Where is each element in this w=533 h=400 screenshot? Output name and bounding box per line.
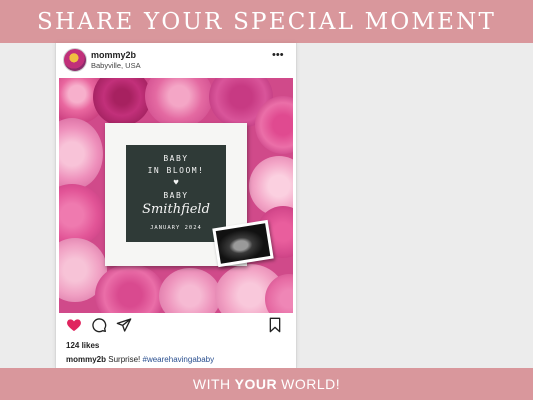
avatar[interactable] [63, 48, 87, 72]
flower [95, 264, 165, 313]
board-heart: ♥ [173, 178, 179, 187]
letterboard: BABY IN BLOOM! ♥ BABY Smithfield JANUARY… [126, 145, 226, 242]
flower [93, 78, 151, 126]
share-icon[interactable] [116, 317, 132, 333]
post-header: mommy2b Babyville, USA ••• [56, 43, 296, 76]
post-actions [56, 315, 296, 335]
likes-count[interactable]: 124 likes [66, 341, 99, 350]
caption-hashtag[interactable]: #wearehavingababy [143, 355, 215, 364]
board-line-1: BABY [163, 154, 189, 163]
ultrasound-photo [212, 219, 274, 268]
heart-icon[interactable] [66, 317, 82, 333]
ultrasound-scan [215, 223, 271, 264]
tagline-after: WORLD! [281, 376, 341, 392]
top-banner: SHARE YOUR SPECIAL MOMENT [0, 0, 533, 43]
more-options-icon[interactable]: ••• [272, 49, 284, 61]
instagram-post-card: mommy2b Babyville, USA ••• BABY IN BLOOM… [55, 43, 297, 368]
caption-text: Surprise! [108, 355, 141, 364]
tagline-emphasis: YOUR [234, 376, 278, 392]
board-line-3: BABY [163, 191, 189, 200]
board-line-2: IN BLOOM! [147, 166, 205, 175]
flower [159, 268, 221, 313]
flower [59, 118, 103, 190]
post-caption: mommy2b Surprise! #wearehavingababy [66, 355, 214, 364]
flower [59, 184, 105, 246]
board-name: Smithfield [142, 202, 210, 217]
post-location[interactable]: Babyville, USA [91, 61, 141, 70]
post-image[interactable]: BABY IN BLOOM! ♥ BABY Smithfield JANUARY… [59, 78, 293, 313]
flower [145, 78, 213, 128]
caption-username[interactable]: mommy2b [66, 355, 106, 364]
post-username[interactable]: mommy2b [91, 50, 136, 60]
headline: SHARE YOUR SPECIAL MOMENT [36, 8, 496, 35]
board-date: JANUARY 2024 [150, 225, 202, 231]
tagline-before: WITH [192, 376, 231, 392]
bottom-banner: WITH YOUR WORLD! [0, 368, 533, 400]
comment-icon[interactable] [91, 317, 107, 333]
bookmark-icon[interactable] [268, 317, 282, 333]
